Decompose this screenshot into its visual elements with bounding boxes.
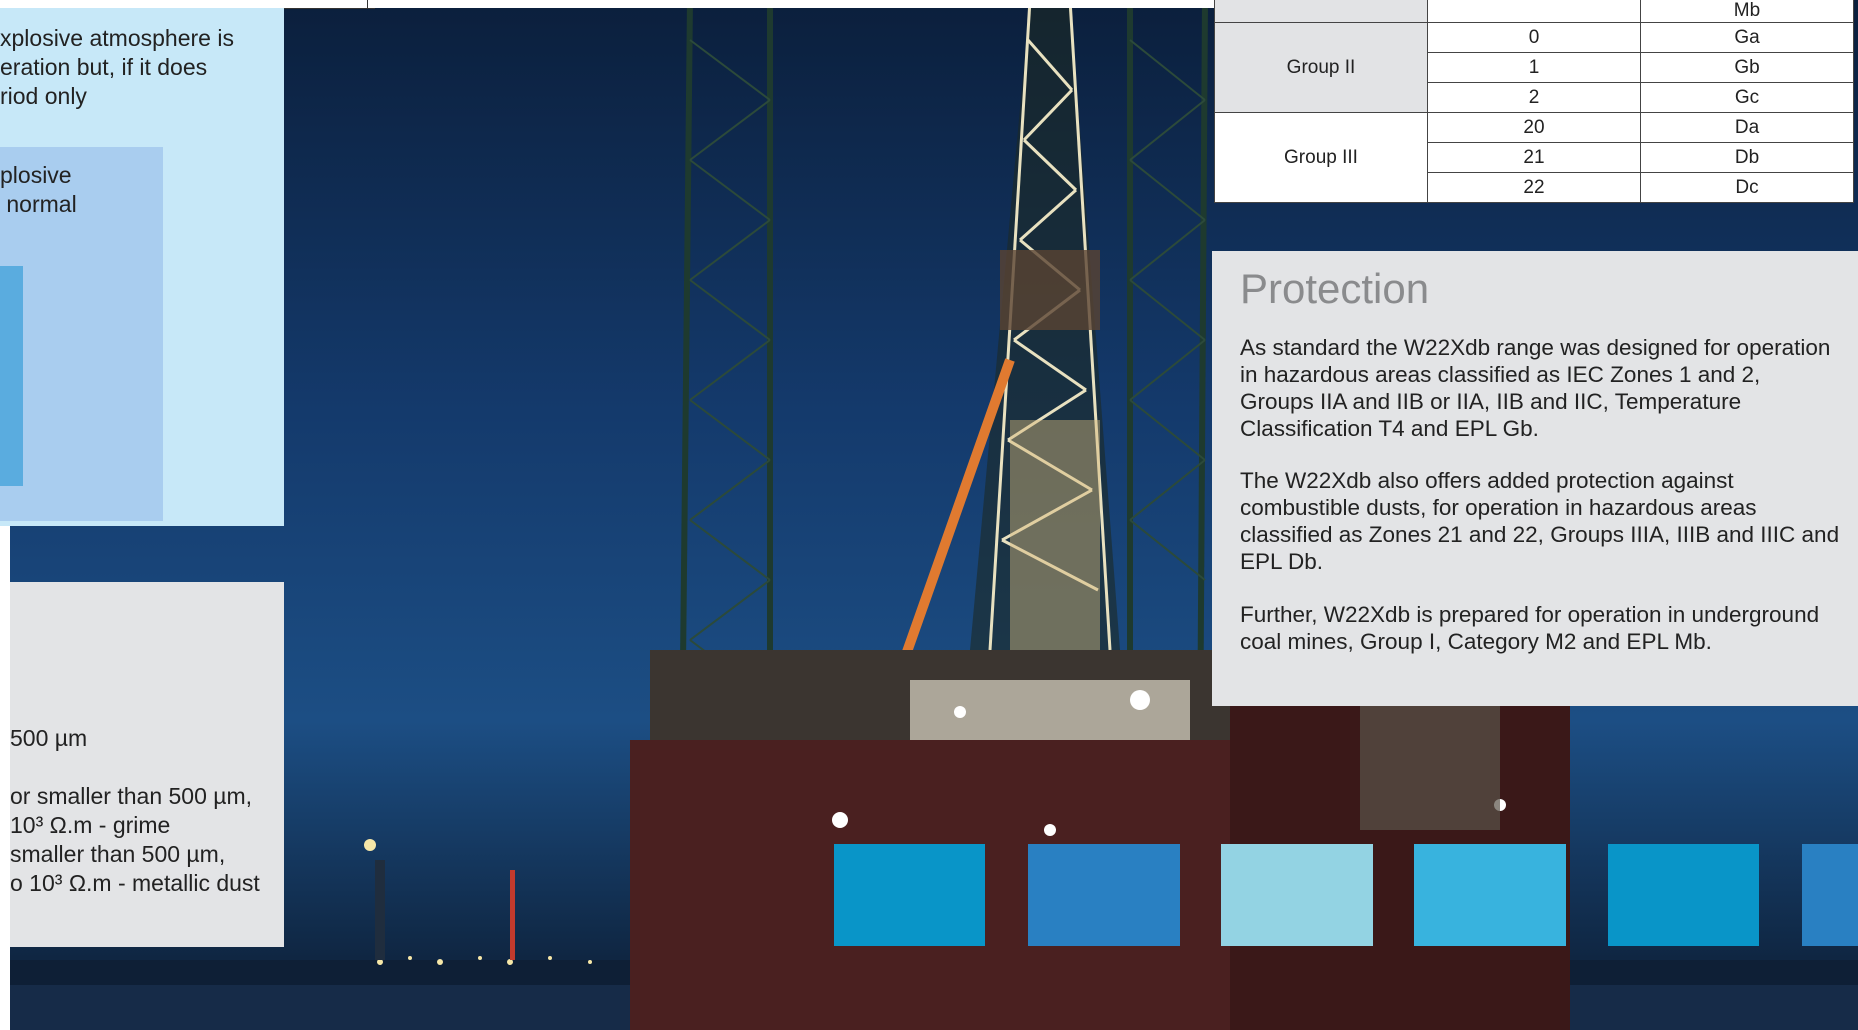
color-swatch — [1028, 844, 1180, 946]
dust-line-5: o 10³ Ω.m - metallic dust — [10, 870, 260, 896]
epl-cell: Db — [1640, 142, 1854, 173]
epl-cell: Da — [1640, 112, 1854, 143]
protection-paragraph-1: As standard the W22Xdb range was designe… — [1240, 335, 1831, 441]
protection-paragraph-3: Further, W22Xdb is prepared for operatio… — [1240, 602, 1820, 654]
protection-paragraph-2: The W22Xdb also offers added protection … — [1240, 468, 1840, 574]
zone-card-mid-text: plosive normal — [0, 162, 77, 217]
epl-cell: Gb — [1640, 52, 1854, 83]
color-swatch — [834, 844, 985, 946]
zone-cell: 2 — [1427, 82, 1641, 113]
dust-line-3: 10³ Ω.m - grime — [10, 812, 171, 838]
table-row: Mb — [1214, 0, 1854, 23]
zone-card-mid: plosive normal — [0, 147, 163, 521]
table-cell — [1427, 0, 1641, 23]
epl-cell: Ga — [1640, 22, 1854, 53]
top-edge-center — [367, 0, 1216, 8]
table-row: Group III 20 Da — [1214, 112, 1854, 203]
color-swatch — [1221, 844, 1373, 946]
epl-cell: Dc — [1640, 172, 1854, 203]
zone-card-light: xplosive atmosphere is eration but, if i… — [0, 8, 284, 526]
epl-table: Mb Group II 0 Ga 1 Gb 2 Gc Group III 20 … — [1214, 0, 1854, 203]
table-cell: Mb — [1640, 0, 1854, 23]
color-swatch — [1802, 844, 1858, 946]
dust-line-2: or smaller than 500 µm, — [10, 783, 253, 809]
protection-card: Protection As standard the W22Xdb range … — [1212, 251, 1858, 706]
zone-card-text: xplosive atmosphere is eration but, if i… — [0, 25, 234, 109]
zone-cell: 0 — [1427, 22, 1641, 53]
dust-line-1: 500 µm — [10, 725, 88, 751]
dust-group-card: 500 µm or smaller than 500 µm, 10³ Ω.m -… — [10, 582, 284, 947]
dust-line-4: smaller than 500 µm, — [10, 841, 226, 867]
zone-card-deep — [0, 266, 23, 486]
protection-title: Protection — [1240, 265, 1430, 312]
table-row: Group II 0 Ga — [1214, 22, 1854, 113]
table-cell — [1214, 0, 1428, 23]
epl-cell: Gc — [1640, 82, 1854, 113]
zone-cell: 22 — [1427, 172, 1641, 203]
group-cell: Group II — [1214, 22, 1428, 113]
zone-cell: 1 — [1427, 52, 1641, 83]
group-cell: Group III — [1214, 112, 1428, 203]
zone-cell: 21 — [1427, 142, 1641, 173]
color-swatch — [1414, 844, 1566, 946]
zone-cell: 20 — [1427, 112, 1641, 143]
color-swatch — [1608, 844, 1759, 946]
